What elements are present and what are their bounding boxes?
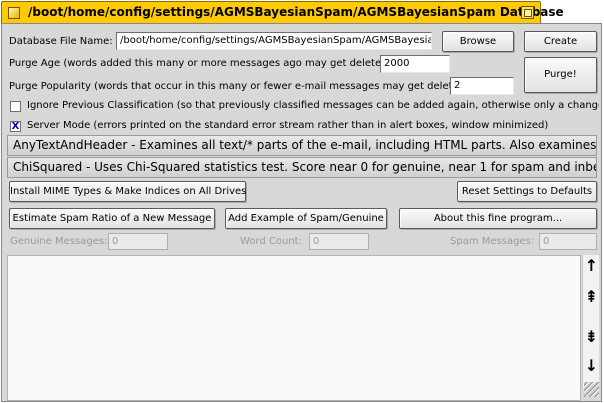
- window-title-tab[interactable]: /boot/home/config/settings/AGMSBayesianS…: [1, 1, 564, 23]
- spam-messages-field: 0: [539, 233, 597, 250]
- zoom-icon[interactable]: [521, 6, 534, 19]
- genuine-messages-label: Genuine Messages:: [10, 236, 108, 247]
- scroll-bottom-icon[interactable]: ↓: [583, 358, 600, 374]
- install-mime-button[interactable]: Install MIME Types & Make Indices on All…: [9, 181, 246, 202]
- main-panel: Database File Name: /boot/home/config/se…: [1, 23, 602, 402]
- scroll-page-down-icon[interactable]: ⇟: [583, 329, 600, 345]
- word-count-label: Word Count:: [240, 236, 302, 247]
- database-file-input[interactable]: /boot/home/config/settings/AGMSBayesianS…: [116, 32, 432, 50]
- scroll-page-up-icon[interactable]: ⇞: [583, 289, 600, 305]
- purge-popularity-input[interactable]: 2: [450, 77, 514, 95]
- purge-age-label: Purge Age (words added this many or more…: [9, 58, 395, 69]
- scroll-top-icon[interactable]: ↑: [583, 258, 600, 274]
- ignore-previous-checkbox[interactable]: [10, 101, 21, 112]
- close-icon[interactable]: [8, 7, 20, 19]
- genuine-messages-field: 0: [108, 233, 168, 250]
- purge-button[interactable]: Purge!: [524, 57, 597, 93]
- purge-age-input[interactable]: 2000: [380, 55, 450, 73]
- app-window: /boot/home/config/settings/AGMSBayesianS…: [1, 0, 602, 402]
- spam-messages-label: Spam Messages:: [450, 236, 535, 247]
- resize-grip-icon[interactable]: [584, 382, 599, 397]
- browse-button[interactable]: Browse: [442, 31, 514, 52]
- word-count-field: 0: [309, 233, 369, 250]
- tokenize-mode-menu[interactable]: AnyTextAndHeader - Examines all text/* p…: [7, 135, 597, 156]
- window-title: /boot/home/config/settings/AGMSBayesianS…: [28, 5, 564, 19]
- server-mode-label: Server Mode (errors printed on the stand…: [27, 120, 549, 131]
- message-text-view[interactable]: [7, 255, 581, 401]
- server-mode-checkbox[interactable]: X: [10, 121, 21, 132]
- vertical-scrollbar[interactable]: ↑ ⇞ ⇟ ↓: [582, 255, 599, 389]
- database-file-label: Database File Name:: [9, 36, 113, 47]
- create-button[interactable]: Create: [524, 31, 597, 52]
- add-example-button[interactable]: Add Example of Spam/Genuine: [225, 208, 387, 229]
- reset-settings-button[interactable]: Reset Settings to Defaults: [457, 181, 597, 202]
- about-button[interactable]: About this fine program...: [399, 208, 597, 229]
- ignore-previous-label: Ignore Previous Classification (so that …: [27, 100, 599, 111]
- purge-popularity-label: Purge Popularity (words that occur in th…: [9, 81, 473, 92]
- scoring-mode-menu[interactable]: ChiSquared - Uses Chi-Squared statistics…: [7, 157, 597, 178]
- estimate-spam-button[interactable]: Estimate Spam Ratio of a New Message: [9, 208, 215, 229]
